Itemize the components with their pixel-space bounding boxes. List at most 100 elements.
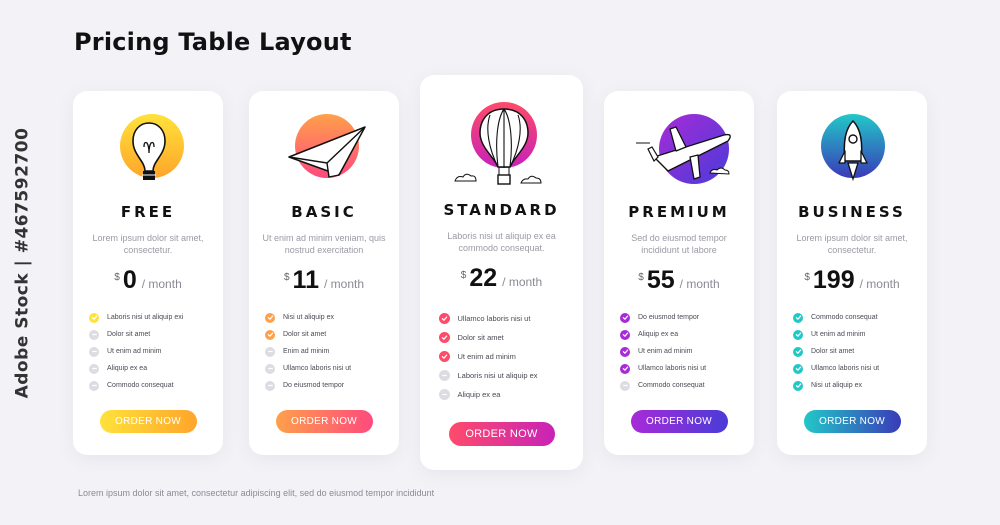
plan-name: BASIC (291, 203, 357, 221)
feature-item: Aliquip ex ea (438, 385, 565, 404)
feature-label: Ullamco laboris nisi ut (283, 365, 352, 372)
order-now-button[interactable]: ORDER NOW (448, 422, 555, 446)
feature-label: Dolor sit amet (107, 331, 151, 338)
watermark-text: Adobe Stock | #467592700 (12, 127, 32, 398)
check-icon (620, 363, 630, 374)
feature-list: Do eiusmod tempor Aliquip ex ea Ut enim ad… (620, 309, 738, 394)
price-period: / month (502, 275, 543, 289)
feature-item: Commodo consequat (793, 309, 911, 326)
price-amount: 11 (292, 266, 319, 294)
feature-item: Laboris nisi ut aliquip exi (89, 309, 207, 326)
minus-icon (265, 363, 275, 374)
footnote: Lorem ipsum dolor sit amet, consectetur … (78, 488, 435, 498)
feature-item: Dolor sit amet (438, 328, 565, 347)
feature-item: Ullamco laboris nisi ut (793, 360, 911, 377)
feature-label: Enim ad minim (283, 348, 330, 355)
plan-name: FREE (120, 203, 176, 221)
plan-name: PREMIUM (628, 203, 730, 221)
airplane-icon (624, 113, 734, 193)
feature-label: Commodo consequat (107, 382, 174, 389)
minus-icon (89, 380, 99, 391)
feature-label: Do eiusmod tempor (638, 314, 700, 321)
feature-item: Ut enim ad minim (438, 347, 565, 366)
feature-item: Nisi ut aliquip ex (793, 377, 911, 394)
feature-label: Nisi ut aliquip ex (811, 382, 862, 389)
price-amount: 0 (122, 266, 137, 294)
feature-item: Dolor sit amet (793, 343, 911, 360)
price-period: / month (679, 277, 720, 291)
price-amount: 22 (469, 264, 498, 292)
check-icon (793, 346, 803, 357)
minus-icon (438, 389, 450, 400)
plan-description: Laboris nisi ut aliquip ex ea commodo co… (447, 231, 556, 253)
check-icon (793, 380, 803, 391)
check-icon (620, 346, 630, 357)
check-icon (438, 332, 450, 343)
pricing-card-standard: STANDARD Laboris nisi ut aliquip ex ea c… (420, 75, 583, 470)
plan-name: BUSINESS (798, 203, 906, 221)
feature-item: Enim ad minim (265, 343, 383, 360)
feature-label: Dolor sit amet (811, 348, 855, 355)
feature-label: Aliquip ex ea (638, 331, 679, 338)
order-now-button[interactable]: ORDER NOW (99, 410, 197, 433)
feature-label: Dolor sit amet (283, 331, 327, 338)
pricing-card-premium: PREMIUM Sed do eiusmod tempor incididunt… (604, 91, 754, 455)
currency-symbol: $ (460, 270, 467, 281)
plan-description: Lorem ipsum dolor sit amet, consectetur. (796, 233, 908, 255)
price-period: / month (141, 277, 182, 291)
currency-symbol: $ (638, 272, 644, 283)
feature-label: Laboris nisi ut aliquip ex (457, 371, 538, 380)
feature-label: Ut enim ad minim (457, 352, 516, 361)
feature-item: Ullamco laboris nisi ut (620, 360, 738, 377)
feature-item: Dolor sit amet (89, 326, 207, 343)
minus-icon (89, 363, 99, 374)
feature-label: Aliquip ex ea (457, 390, 501, 399)
minus-icon (438, 370, 450, 381)
feature-item: Ut enim ad minim (793, 326, 911, 343)
order-now-button[interactable]: ORDER NOW (630, 410, 728, 433)
order-now-button[interactable]: ORDER NOW (803, 410, 901, 433)
check-icon (620, 312, 630, 323)
feature-label: Ullamco laboris nisi ut (457, 314, 531, 323)
plan-description: Ut enim ad minim veniam, quis nostrud ex… (262, 233, 386, 255)
feature-label: Ut enim ad minim (811, 331, 866, 338)
plan-description: Sed do eiusmod tempor incididunt ut labo… (631, 233, 727, 255)
price: $ 22 / month (461, 264, 542, 293)
feature-item: Commodo consequat (620, 377, 738, 394)
price-amount: 199 (812, 266, 855, 294)
price: $ 199 / month (804, 266, 899, 295)
order-now-button[interactable]: ORDER NOW (275, 410, 373, 433)
feature-label: Do eiusmod tempor (283, 382, 345, 389)
feature-label: Nisi ut aliquip ex (283, 314, 334, 321)
feature-label: Ut enim ad minim (107, 348, 162, 355)
feature-item: Laboris nisi ut aliquip ex (438, 366, 565, 385)
feature-item: Nisi ut aliquip ex (265, 309, 383, 326)
minus-icon (265, 346, 275, 357)
plan-name: STANDARD (443, 201, 560, 219)
feature-item: Commodo consequat (89, 377, 207, 394)
check-icon (793, 363, 803, 374)
feature-item: Aliquip ex ea (620, 326, 738, 343)
minus-icon (620, 380, 630, 391)
feature-item: Do eiusmod tempor (265, 377, 383, 394)
price-amount: 55 (646, 266, 675, 294)
feature-item: Ut enim ad minim (620, 343, 738, 360)
feature-list: Laboris nisi ut aliquip exi Dolor sit ame… (89, 309, 207, 394)
check-icon (438, 313, 450, 324)
feature-label: Laboris nisi ut aliquip exi (107, 314, 184, 321)
feature-label: Commodo consequat (638, 382, 705, 389)
rocket-icon (797, 113, 907, 193)
stock-watermark: Adobe Stock | #467592700 (4, 0, 40, 525)
hot-air-balloon-icon (447, 99, 557, 191)
light-bulb-icon (93, 113, 203, 193)
feature-item: Ut enim ad minim (89, 343, 207, 360)
feature-item: Ullamco laboris nisi ut (438, 309, 565, 328)
check-icon (793, 312, 803, 323)
plan-description: Lorem ipsum dolor sit amet, consectetur. (92, 233, 204, 255)
feature-list: Ullamco laboris nisi ut Dolor sit amet Ut … (438, 309, 565, 404)
check-icon (265, 329, 275, 340)
feature-label: Dolor sit amet (457, 333, 504, 342)
feature-label: Ut enim ad minim (638, 348, 693, 355)
paper-plane-icon (269, 113, 379, 193)
pricing-card-free: FREE Lorem ipsum dolor sit amet, consect… (73, 91, 223, 455)
